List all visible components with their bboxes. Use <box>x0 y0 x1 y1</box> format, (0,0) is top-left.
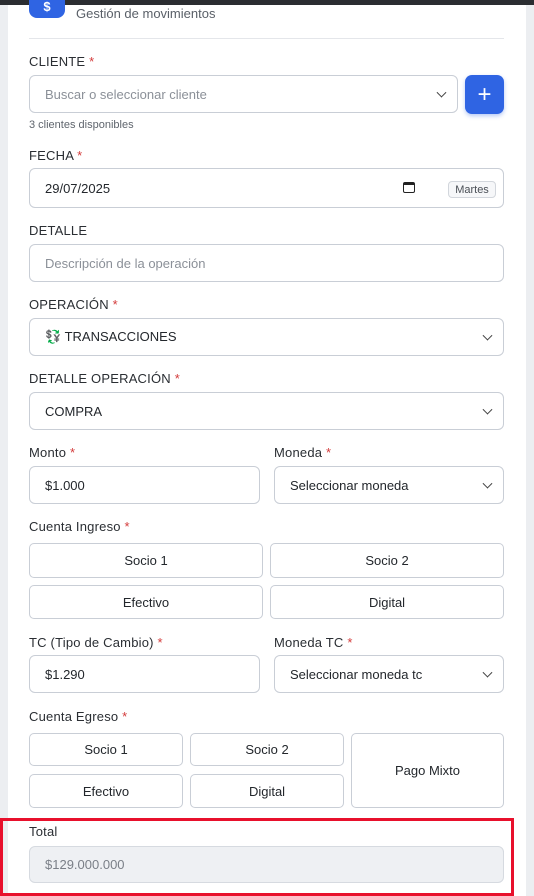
cuenta-egreso-label: Cuenta Egreso * <box>29 709 128 724</box>
add-client-button[interactable]: + <box>465 75 504 114</box>
detalle-operacion-label: DETALLE OPERACIÓN * <box>29 371 180 386</box>
total-label: Total <box>29 824 58 839</box>
detalle-input[interactable]: Descripción de la operación <box>29 244 504 282</box>
moneda-tc-value: Seleccionar moneda tc <box>290 666 423 682</box>
moneda-value: Seleccionar moneda <box>290 477 409 493</box>
egreso-socio2-button[interactable]: Socio 2 <box>190 733 344 766</box>
tc-input[interactable]: $1.290 <box>29 655 260 693</box>
total-value: $129.000.000 <box>45 857 125 872</box>
pago-mixto-button[interactable]: Pago Mixto <box>351 733 504 808</box>
fecha-input[interactable]: 29/07/2025 <box>29 168 504 208</box>
cliente-placeholder: Buscar o seleccionar cliente <box>45 86 207 102</box>
chevron-down-icon <box>482 404 493 415</box>
egreso-socio1-button[interactable]: Socio 1 <box>29 733 183 766</box>
calendar-icon[interactable] <box>403 182 415 193</box>
moneda-tc-label: Moneda TC * <box>274 635 353 650</box>
plus-icon: + <box>477 80 492 108</box>
egreso-digital-button[interactable]: Digital <box>190 774 344 808</box>
detalle-placeholder: Descripción de la operación <box>45 255 206 271</box>
chevron-down-icon <box>436 87 447 98</box>
fecha-value: 29/07/2025 <box>45 180 111 196</box>
monto-input[interactable]: $1.000 <box>29 466 260 504</box>
dollar-icon: $ <box>29 0 65 18</box>
moneda-tc-select[interactable]: Seleccionar moneda tc <box>274 655 504 693</box>
operacion-value: 💱 TRANSACCIONES <box>45 329 177 344</box>
moneda-select[interactable]: Seleccionar moneda <box>274 466 504 504</box>
ingreso-socio1-button[interactable]: Socio 1 <box>29 543 263 578</box>
detalle-label: DETALLE <box>29 223 88 238</box>
cliente-select[interactable]: Buscar o seleccionar cliente <box>29 75 458 113</box>
header-divider <box>29 38 504 39</box>
weekday-badge: Martes <box>448 181 496 198</box>
tc-value: $1.290 <box>45 666 85 682</box>
ingreso-digital-button[interactable]: Digital <box>270 585 504 619</box>
chevron-down-icon <box>482 667 493 678</box>
page-subtitle: Gestión de movimientos <box>76 6 216 21</box>
chevron-down-icon <box>482 330 493 341</box>
chevron-down-icon <box>482 478 493 489</box>
egreso-efectivo-button[interactable]: Efectivo <box>29 774 183 808</box>
operacion-select[interactable]: 💱 TRANSACCIONES <box>29 318 504 356</box>
cliente-label: CLIENTE * <box>29 54 95 69</box>
cuenta-ingreso-label: Cuenta Ingreso * <box>29 519 130 534</box>
total-field: $129.000.000 <box>29 846 504 883</box>
clients-available-hint: 3 clientes disponibles <box>29 119 134 131</box>
fecha-label: FECHA * <box>29 148 83 163</box>
monto-value: $1.000 <box>45 477 85 493</box>
operacion-label: OPERACIÓN * <box>29 297 118 312</box>
tc-label: TC (Tipo de Cambio) * <box>29 635 163 650</box>
detalle-operacion-value: COMPRA <box>45 403 103 419</box>
ingreso-efectivo-button[interactable]: Efectivo <box>29 585 263 619</box>
moneda-label: Moneda * <box>274 445 332 460</box>
ingreso-socio2-button[interactable]: Socio 2 <box>270 543 504 578</box>
detalle-operacion-select[interactable]: COMPRA <box>29 392 504 430</box>
monto-label: Monto * <box>29 445 76 460</box>
